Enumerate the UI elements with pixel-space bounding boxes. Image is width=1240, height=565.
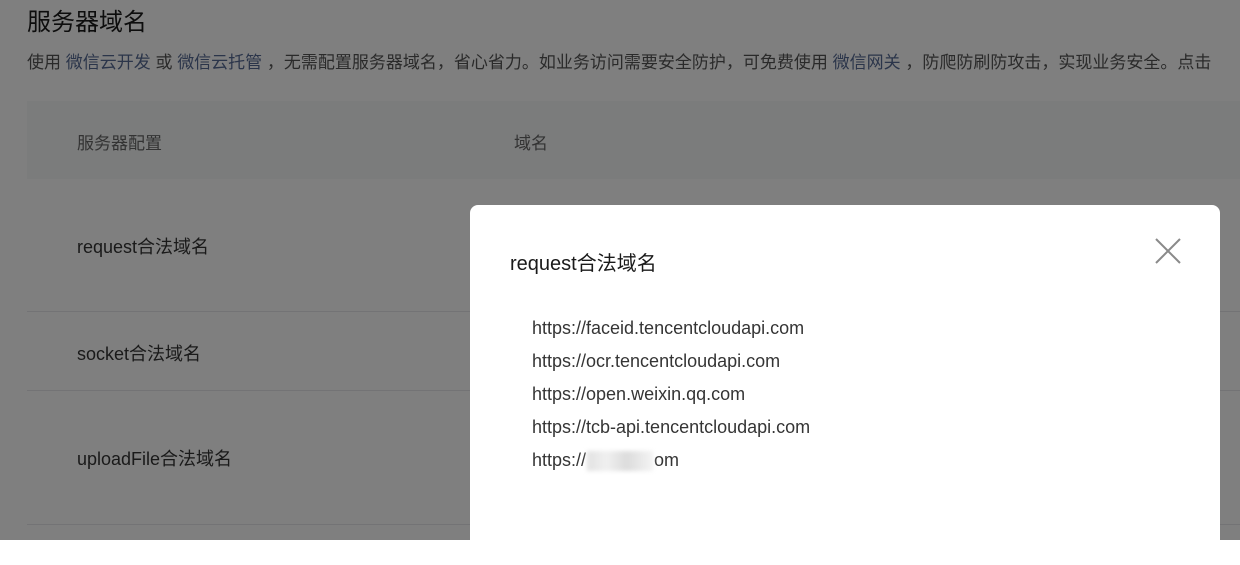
- redaction-blur: [587, 451, 654, 472]
- domain-item: https://faceid.tencentcloudapi.com: [532, 318, 805, 338]
- close-icon: [1155, 238, 1181, 264]
- redacted-domain-prefix: https://: [532, 450, 587, 470]
- domain-item: https://ocr.tencentcloudapi.com: [532, 351, 781, 371]
- dialog-title: request合法域名: [510, 253, 657, 275]
- close-button[interactable]: [1152, 235, 1184, 267]
- domain-item: https://tcb-api.tencentcloudapi.com: [532, 417, 811, 437]
- domain-dialog: request合法域名 https://faceid.tencentclouda…: [470, 205, 1220, 565]
- domain-item: https://open.weixin.qq.com: [532, 384, 746, 404]
- domain-item-redacted: https:// om: [532, 444, 810, 477]
- redacted-domain-suffix: om: [654, 450, 680, 470]
- domain-list: https://faceid.tencentcloudapi.com https…: [532, 312, 810, 477]
